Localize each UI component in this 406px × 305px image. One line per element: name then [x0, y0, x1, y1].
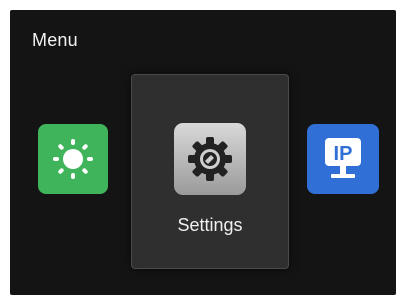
page-title: Menu — [32, 30, 78, 50]
settings-menu-item[interactable]: Settings — [131, 74, 289, 269]
brightness-menu-item[interactable] — [38, 124, 108, 194]
ip-menu-item[interactable]: IP — [307, 124, 379, 194]
settings-tile — [174, 123, 246, 195]
settings-label: Settings — [177, 215, 243, 235]
menu-screen: Menu Settings IP — [10, 10, 396, 295]
ip-monitor-icon: IP — [325, 138, 361, 178]
ip-icon-text: IP — [334, 143, 353, 165]
gear-icon — [188, 137, 232, 181]
sun-icon — [53, 139, 93, 179]
